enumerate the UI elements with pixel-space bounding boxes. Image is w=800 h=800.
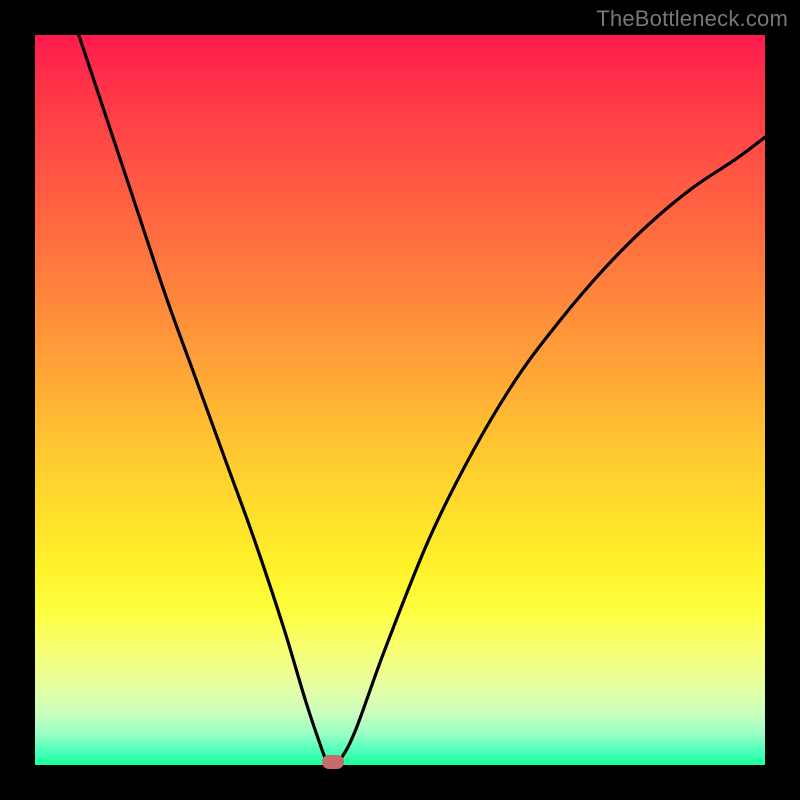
optimal-point-marker [322,755,344,769]
watermark-text: TheBottleneck.com [596,6,788,32]
bottleneck-curve [35,35,765,765]
plot-area [35,35,765,765]
chart-frame: TheBottleneck.com [0,0,800,800]
